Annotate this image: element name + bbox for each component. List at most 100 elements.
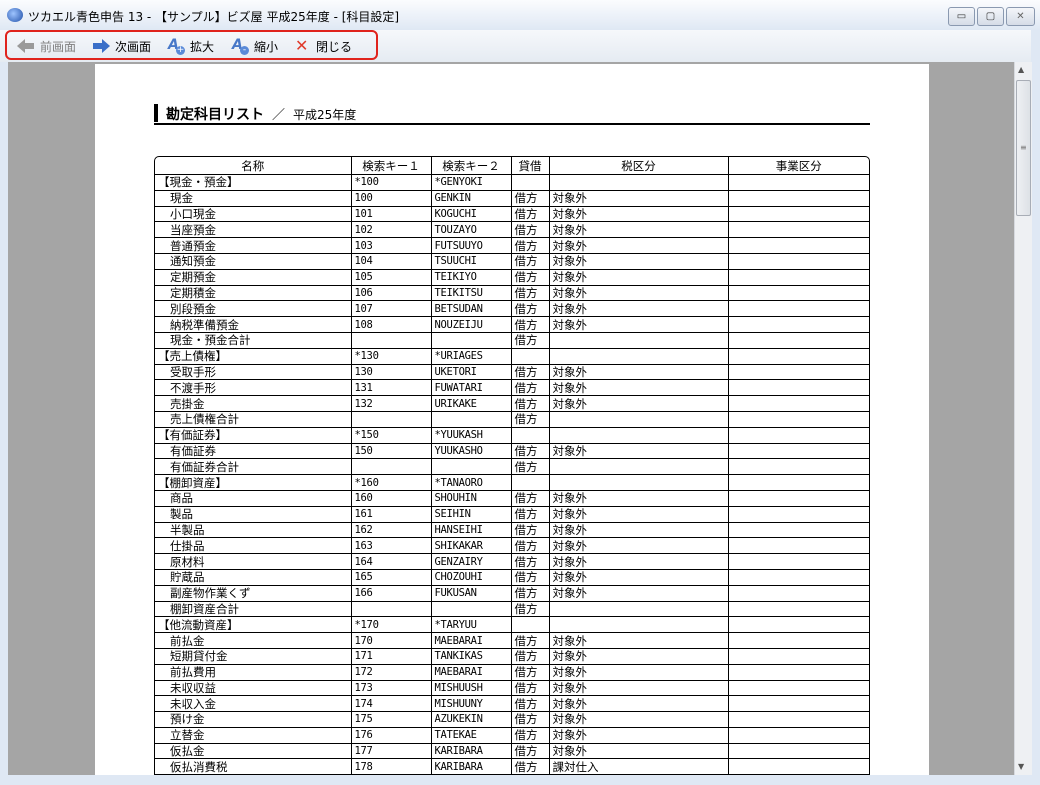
account-name-cell: 【有価証券】 [155, 427, 352, 444]
tax-category-cell: 対象外 [549, 680, 729, 697]
debit-credit-cell: 借方 [511, 490, 550, 507]
minimize-button[interactable]: ▭ [948, 7, 975, 26]
zoom-in-button[interactable]: A + 拡大 [167, 37, 215, 55]
business-category-cell [728, 727, 869, 744]
search-key1-cell: 161 [351, 506, 432, 523]
tax-category-cell: 課対仕入 [549, 758, 729, 775]
scroll-down-icon[interactable]: ▼ [1018, 762, 1024, 771]
search-key2-cell: MISHUUNY [431, 695, 512, 713]
search-key2-cell: MISHUUSH [431, 680, 512, 697]
debit-credit-cell: 借方 [511, 743, 550, 760]
fiscal-year: 平成25年度 [293, 108, 357, 122]
debit-credit-cell: 借方 [511, 632, 550, 649]
business-category-cell [728, 522, 869, 539]
search-key1-cell [351, 332, 432, 349]
table-row: 製品 161 SEIHIN 借方 対象外 [155, 506, 869, 523]
search-key1-cell: 174 [351, 695, 432, 713]
debit-credit-cell: 借方 [511, 727, 550, 744]
table-group-row: 【現金・預金】 *100 *GENYOKI [155, 174, 869, 191]
business-category-cell [728, 285, 869, 302]
search-key2-cell: KARIBARA [431, 758, 512, 775]
table-row: 定期積金 106 TEIKITSU 借方 対象外 [155, 285, 869, 302]
zoom-out-button[interactable]: A- 縮小 [231, 37, 278, 55]
search-key1-cell: 100 [351, 190, 432, 207]
tax-category-cell: 対象外 [549, 190, 729, 207]
search-key2-cell: TATEKAE [431, 727, 512, 744]
account-name-cell: 定期積金 [155, 285, 352, 302]
debit-credit-cell: 借方 [511, 585, 550, 602]
table-row: 納税準備預金 108 NOUZEIJU 借方 対象外 [155, 316, 869, 333]
debit-credit-cell [511, 616, 550, 634]
close-window-button[interactable]: ✕ [1006, 7, 1035, 26]
business-category-cell [728, 743, 869, 760]
window-title: ツカエル青色申告 13 - 【サンプル】ビズ屋 平成25年度 - [科目設定] [28, 10, 400, 24]
business-category-cell [728, 616, 869, 634]
business-category-cell [728, 364, 869, 381]
search-key2-cell: MAEBARAI [431, 632, 512, 649]
search-key1-cell: 165 [351, 569, 432, 586]
tax-category-cell: 対象外 [549, 569, 729, 586]
table-row: 貯蔵品 165 CHOZOUHI 借方 対象外 [155, 569, 869, 586]
debit-credit-cell: 借方 [511, 253, 550, 270]
search-key2-cell: KARIBARA [431, 743, 512, 760]
account-name-cell: 不渡手形 [155, 379, 352, 397]
debit-credit-cell: 借方 [511, 443, 550, 460]
table-group-row: 【棚卸資産】 *160 *TANAORO [155, 474, 869, 491]
maximize-button[interactable]: ▢ [977, 7, 1004, 26]
table-row: 通知預金 104 TSUUCHI 借方 対象外 [155, 253, 869, 270]
debit-credit-cell: 借方 [511, 332, 550, 349]
table-row: 別段預金 107 BETSUDAN 借方 対象外 [155, 300, 869, 318]
tax-category-cell: 対象外 [549, 664, 729, 681]
business-category-cell [728, 601, 869, 618]
business-category-cell [728, 474, 869, 491]
tax-category-cell: 対象外 [549, 537, 729, 555]
grip-icon: ≡ [1020, 143, 1027, 152]
account-name-cell: 原材料 [155, 553, 352, 570]
tax-category-cell: 対象外 [549, 379, 729, 397]
debit-credit-cell: 借方 [511, 269, 550, 286]
table-row: 仮払金 177 KARIBARA 借方 対象外 [155, 743, 869, 760]
search-key2-cell: *TARYUU [431, 616, 512, 634]
maximize-icon: ▢ [985, 11, 996, 22]
search-key2-cell: FUKUSAN [431, 585, 512, 602]
close-x-icon: ✕ [295, 36, 309, 55]
search-key2-cell: MAEBARAI [431, 664, 512, 681]
search-key1-cell: 101 [351, 206, 432, 223]
search-key1-cell: 173 [351, 680, 432, 697]
business-category-cell [728, 190, 869, 207]
zoom-in-label: 拡大 [190, 39, 215, 54]
vertical-scrollbar[interactable]: ▲ ≡ ▼ [1014, 62, 1032, 775]
table-row: 前払金 170 MAEBARAI 借方 対象外 [155, 632, 869, 649]
table-row: 商品 160 SHOUHIN 借方 対象外 [155, 490, 869, 507]
account-name-cell: 納税準備預金 [155, 316, 352, 333]
window-frame-bottom [0, 775, 1040, 785]
tax-category-cell: 対象外 [549, 743, 729, 760]
search-key1-cell: 164 [351, 553, 432, 570]
business-category-cell [728, 411, 869, 428]
table-row: 短期貸付金 171 TANKIKAS 借方 対象外 [155, 648, 869, 665]
search-key1-cell: 105 [351, 269, 432, 286]
debit-credit-cell: 借方 [511, 458, 550, 476]
scroll-thumb[interactable]: ≡ [1016, 80, 1031, 216]
debit-credit-cell [511, 348, 550, 365]
scroll-up-icon[interactable]: ▲ [1018, 65, 1024, 74]
debit-credit-cell: 借方 [511, 206, 550, 223]
close-preview-button[interactable]: ✕ 閉じる [293, 36, 352, 55]
business-category-cell [728, 569, 869, 586]
next-page-button[interactable]: 次画面 [92, 38, 151, 54]
tax-category-cell: 対象外 [549, 727, 729, 744]
search-key1-cell: 160 [351, 490, 432, 507]
table-row: 受取手形 130 UKETORI 借方 対象外 [155, 364, 869, 381]
business-category-cell [728, 632, 869, 649]
search-key1-cell: 103 [351, 237, 432, 254]
table-row: 不渡手形 131 FUWATARI 借方 対象外 [155, 379, 869, 397]
business-category-cell [728, 379, 869, 397]
zoom-out-icon: A- [231, 37, 249, 55]
arrow-left-icon [17, 39, 35, 53]
account-name-cell: 有価証券合計 [155, 458, 352, 476]
search-key1-cell: *100 [351, 174, 432, 191]
search-key1-cell [351, 411, 432, 428]
business-category-cell [728, 458, 869, 476]
debit-credit-cell: 借方 [511, 285, 550, 302]
prev-page-button[interactable]: 前画面 [17, 38, 76, 54]
